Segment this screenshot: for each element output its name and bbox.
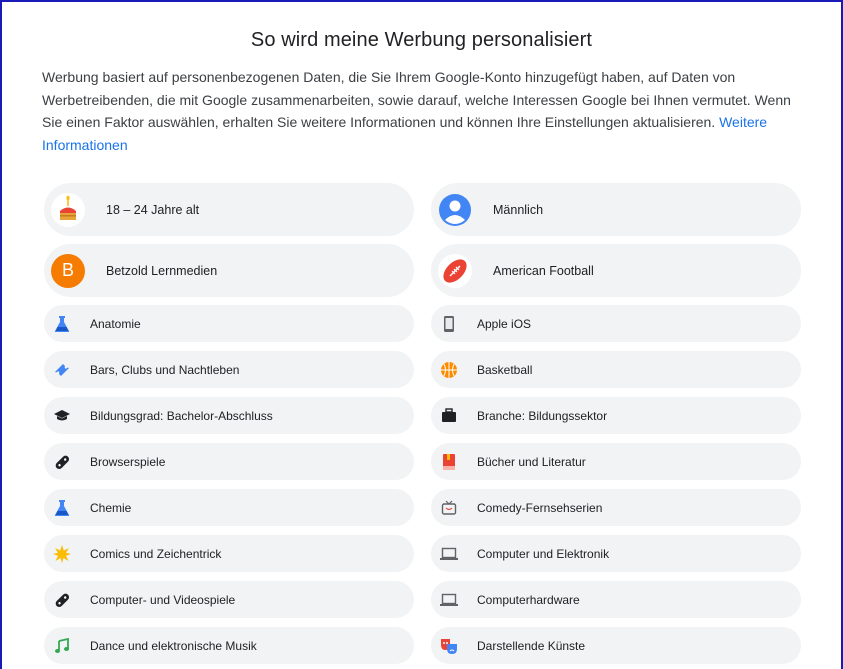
page-title: So wird meine Werbung personalisiert (250, 29, 593, 51)
factor-label: Männlich (493, 202, 544, 217)
briefcase-icon (438, 405, 460, 427)
music-note-icon (51, 635, 73, 657)
topic-label: Comics und Zeichentrick (90, 546, 222, 561)
topic-label: Darstellende Künste (477, 638, 586, 653)
topic-label: Bücher und Literatur (477, 454, 586, 469)
topic-item[interactable]: Comedy-Fernsehserien (431, 489, 801, 526)
birthday-cake-icon (51, 192, 85, 227)
flask-icon (51, 313, 73, 335)
flask-icon (51, 497, 73, 519)
factor-american-football[interactable]: American Football (431, 244, 801, 297)
topic-label: Comedy-Fernsehserien (477, 500, 603, 515)
graduation-cap-icon (51, 405, 73, 427)
laptop-icon (438, 543, 460, 565)
gamepad-icon (51, 451, 73, 473)
topic-item[interactable]: Branche: Bildungssektor (431, 397, 801, 434)
factor-advertiser[interactable]: B Betzold Lernmedien (44, 244, 414, 297)
topic-label: Apple iOS (477, 316, 532, 331)
topic-label: Browserspiele (90, 454, 166, 469)
tv-icon (438, 497, 460, 519)
basketball-icon (438, 359, 460, 381)
topic-item[interactable]: Anatomie (44, 305, 414, 342)
topic-item[interactable]: Bildungsgrad: Bachelor-Abschluss (44, 397, 414, 434)
topic-item[interactable]: Dance und elektronische Musik (44, 627, 414, 664)
advertiser-letter: B (51, 253, 85, 288)
book-icon (438, 451, 460, 473)
football-icon (438, 253, 472, 288)
topic-item[interactable]: Bars, Clubs und Nachtleben (44, 351, 414, 388)
advertiser-avatar: B (51, 253, 85, 288)
topic-item[interactable]: Darstellende Künste (431, 627, 801, 664)
topic-item[interactable]: Computerhardware (431, 581, 801, 618)
ticket-icon (51, 359, 73, 381)
topic-label: Bars, Clubs und Nachtleben (90, 362, 240, 377)
topic-label: Computer und Elektronik (477, 546, 610, 561)
factor-label: Betzold Lernmedien (106, 263, 218, 278)
topic-item[interactable]: Bücher und Literatur (431, 443, 801, 480)
topic-label: Computerhardware (477, 592, 580, 607)
burst-star-icon (51, 543, 73, 565)
topic-item[interactable]: Computer und Elektronik (431, 535, 801, 572)
person-avatar-icon (438, 193, 472, 227)
topic-label: Anatomie (90, 316, 141, 331)
phone-icon (438, 313, 460, 335)
topic-label: Branche: Bildungssektor (477, 408, 608, 423)
description-text: Werbung basiert auf personenbezogenen Da… (42, 69, 791, 130)
topic-label: Basketball (477, 362, 533, 377)
factor-gender[interactable]: Männlich (431, 183, 801, 236)
factor-age[interactable]: 18 – 24 Jahre alt (44, 183, 414, 236)
topic-item[interactable]: Computer- und Videospiele (44, 581, 414, 618)
topic-item[interactable]: Comics und Zeichentrick (44, 535, 414, 572)
topic-item[interactable]: Basketball (431, 351, 801, 388)
factor-label: American Football (493, 263, 594, 278)
topic-label: Chemie (90, 500, 132, 515)
topic-label: Bildungsgrad: Bachelor-Abschluss (90, 408, 273, 423)
topic-item[interactable]: Browserspiele (44, 443, 414, 480)
topic-label: Dance und elektronische Musik (90, 638, 257, 653)
page-description: Werbung basiert auf personenbezogenen Da… (42, 66, 810, 156)
factor-label: 18 – 24 Jahre alt (106, 202, 200, 217)
laptop-icon (438, 589, 460, 611)
gamepad-icon (51, 589, 73, 611)
topic-label: Computer- und Videospiele (90, 592, 236, 607)
topic-item[interactable]: Chemie (44, 489, 414, 526)
topic-item[interactable]: Apple iOS (431, 305, 801, 342)
theater-masks-icon (438, 635, 460, 657)
